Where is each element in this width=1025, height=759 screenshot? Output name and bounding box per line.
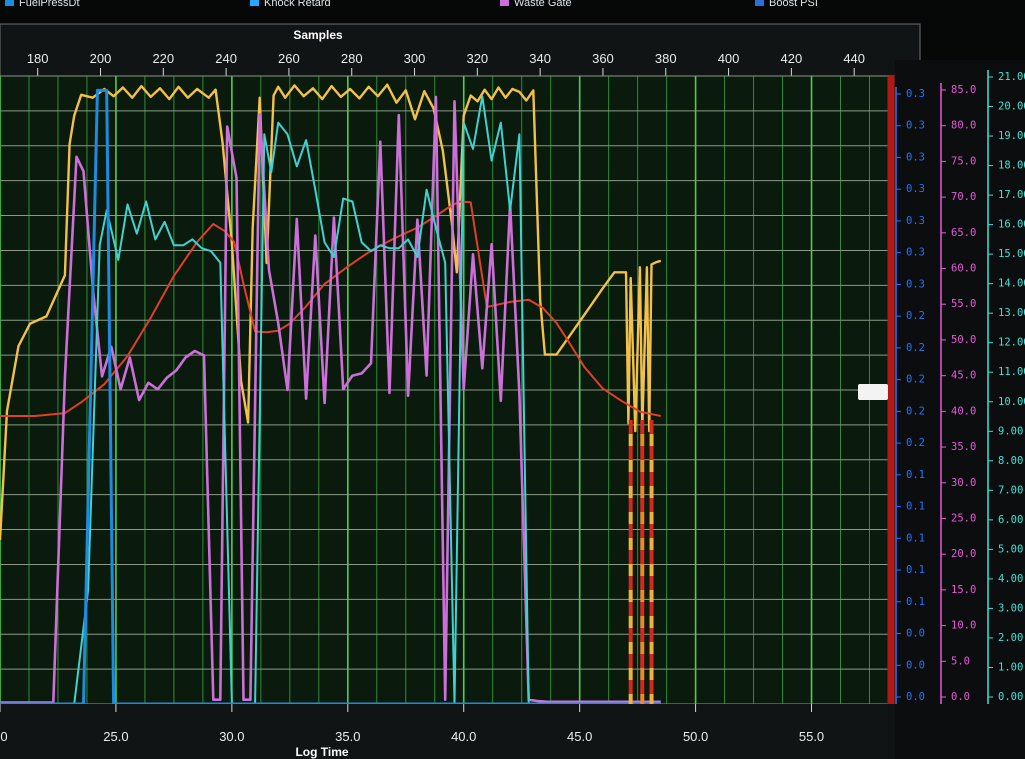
- top-tick-label: 200: [90, 51, 112, 66]
- right-axis-label: 21.00: [998, 71, 1025, 83]
- right-axis-label: 0.3: [906, 88, 925, 100]
- bottom-tick-label: 30.0: [219, 729, 244, 744]
- legend-label: Boost PSI: [769, 0, 818, 9]
- right-axis-label: 0.1: [906, 532, 925, 544]
- right-axis-label: 13.00: [998, 307, 1025, 319]
- right-axis-label: 20.00: [998, 101, 1025, 113]
- right-axis-label: 0.2: [906, 374, 925, 386]
- right-axis-label: 45.0: [951, 370, 976, 382]
- right-axis-label: 15.00: [998, 248, 1025, 260]
- top-tick-label: 360: [592, 51, 614, 66]
- right-axis-label: 50.0: [951, 334, 976, 346]
- right-axis-label: 0.0: [906, 659, 925, 671]
- top-tick-label: 300: [404, 51, 426, 66]
- right-axis-label: 7.00: [998, 484, 1023, 496]
- legend-swatch: [500, 0, 509, 6]
- right-axis-label: 75.0: [951, 155, 976, 167]
- top-tick-label: 440: [843, 51, 865, 66]
- top-tick-label: 420: [781, 51, 803, 66]
- top-tick-label: 340: [529, 51, 551, 66]
- right-axis-label: 30.0: [951, 477, 976, 489]
- right-axis-label: 11.00: [998, 366, 1025, 378]
- right-axis-label: 14.00: [998, 278, 1025, 290]
- top-axis-title: Samples: [293, 28, 343, 42]
- bottom-tick-label: 45.0: [567, 729, 592, 744]
- right-axis-label: 1.00: [998, 661, 1023, 673]
- right-axis-label: 0.3: [906, 247, 925, 259]
- right-axis-label: 0.3: [906, 278, 925, 290]
- bottom-tick-label: 50.0: [683, 729, 708, 744]
- bottom-axis-panel: [0, 704, 895, 759]
- legend-label: FuelPressDt: [19, 0, 80, 9]
- right-axis-label: 35.0: [951, 441, 976, 453]
- bottom-tick-label: 25.0: [103, 729, 128, 744]
- top-tick-label: 260: [278, 51, 300, 66]
- top-tick-label: 180: [27, 51, 49, 66]
- bottom-tick-label: 35.0: [335, 729, 360, 744]
- right-axis-label: 60.0: [951, 263, 976, 275]
- cursor-readout[interactable]: [858, 384, 888, 400]
- right-axis-label: 55.0: [951, 298, 976, 310]
- bottom-tick-label: 40.0: [451, 729, 476, 744]
- right-axis-label: 0.2: [906, 437, 925, 449]
- top-tick-label: 320: [466, 51, 488, 66]
- top-tick-label: 220: [152, 51, 174, 66]
- legend-swatch: [755, 0, 764, 6]
- right-axis-label: 4.00: [998, 573, 1023, 585]
- right-axis-label: 0.2: [906, 342, 925, 354]
- top-tick-label: 380: [655, 51, 677, 66]
- right-axis-label: 0.3: [906, 215, 925, 227]
- right-axis-label: 0.1: [906, 596, 925, 608]
- top-tick-label: 400: [718, 51, 740, 66]
- right-axis-label: 0.1: [906, 469, 925, 481]
- right-axis-label: 17.00: [998, 189, 1025, 201]
- right-axis-label: 18.00: [998, 160, 1025, 172]
- right-axis-label: 0.3: [906, 183, 925, 195]
- right-axis-label: 10.0: [951, 620, 976, 632]
- bottom-axis-title: Log Time: [295, 745, 348, 759]
- right-axis-label: 0.3: [906, 120, 925, 132]
- right-axis-label: 8.00: [998, 455, 1023, 467]
- right-axis-label: 0.1: [906, 501, 925, 513]
- right-axis-label: 70.0: [951, 191, 976, 203]
- top-tick-label: 280: [341, 51, 363, 66]
- legend-swatch: [250, 0, 259, 6]
- bottom-tick-label: 0: [0, 729, 7, 744]
- right-axis-label: 2.00: [998, 632, 1023, 644]
- top-tick-label: 240: [215, 51, 237, 66]
- legend-label: Waste Gate: [514, 0, 572, 9]
- legend-label: Knock Retard: [264, 0, 331, 9]
- right-axis-label: 65.0: [951, 227, 976, 239]
- right-axis-label: 0.2: [906, 310, 925, 322]
- right-axis-label: 12.00: [998, 337, 1025, 349]
- right-axis-label: 20.0: [951, 548, 976, 560]
- right-axis-label: 3.00: [998, 602, 1023, 614]
- right-axis-label: 10.00: [998, 396, 1025, 408]
- log-chart[interactable]: FuelPressDt Knock Retard Waste Gate Boost P…: [0, 0, 1025, 759]
- bottom-tick-label: 55.0: [799, 729, 824, 744]
- right-axis-label: 0.0: [951, 691, 970, 703]
- right-axis-label: 85.0: [951, 84, 976, 96]
- right-axis-label: 0.3: [906, 151, 925, 163]
- right-axis-label: 25.0: [951, 512, 976, 524]
- right-axis-label: 0.00: [998, 691, 1023, 703]
- right-axis-label: 19.00: [998, 130, 1025, 142]
- top-axis-panel: [0, 23, 921, 77]
- right-axis-label: 15.0: [951, 584, 976, 596]
- right-axis-label: 0.1: [906, 564, 925, 576]
- right-axis-label: 0.0: [906, 628, 925, 640]
- right-axis-label: 6.00: [998, 514, 1023, 526]
- right-axis-label: 5.00: [998, 543, 1023, 555]
- right-axis-label: 16.00: [998, 219, 1025, 231]
- right-axis-label: 9.00: [998, 425, 1023, 437]
- legend-swatch: [5, 0, 14, 6]
- right-axis-label: 80.0: [951, 120, 976, 132]
- right-axis-label: 0.0: [906, 691, 925, 703]
- log-viewer: FuelPressDt Knock Retard Waste Gate Boost P…: [0, 0, 1025, 759]
- right-axis-label: 0.2: [906, 405, 925, 417]
- right-axis-label: 40.0: [951, 405, 976, 417]
- right-axis-label: 5.0: [951, 655, 970, 667]
